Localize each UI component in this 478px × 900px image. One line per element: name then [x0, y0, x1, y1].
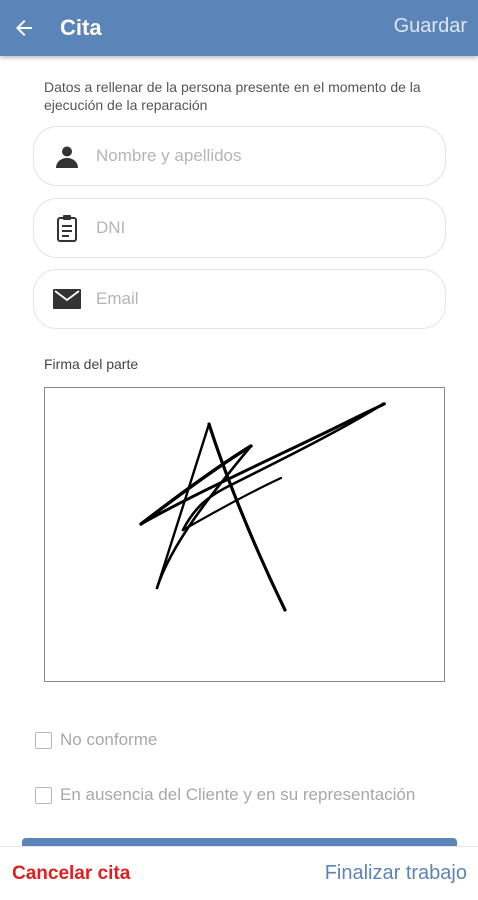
app-bar: Cita Guardar	[0, 0, 478, 56]
email-input[interactable]	[96, 289, 416, 309]
id-document-icon	[52, 213, 82, 243]
save-button[interactable]: Guardar	[394, 15, 467, 38]
signature-pad[interactable]	[44, 387, 445, 682]
checkbox-box[interactable]	[35, 731, 52, 749]
form-intro-text: Datos a rellenar de la persona presente …	[44, 79, 421, 113]
submit-button-edge	[22, 838, 457, 846]
checkbox-client-absent[interactable]: En ausencia del Cliente y en su represen…	[35, 785, 415, 805]
arrow-left-icon	[16, 20, 32, 36]
envelope-icon	[52, 284, 82, 314]
checkbox-box[interactable]	[35, 786, 52, 804]
page-title: Cita	[60, 15, 102, 40]
person-icon	[52, 141, 82, 171]
name-field-container	[33, 126, 446, 186]
signature-stroke	[139, 402, 386, 612]
email-field-container	[33, 269, 446, 329]
back-button[interactable]	[2, 0, 46, 56]
bottom-action-bar: Cancelar cita Finalizar trabajo	[0, 846, 478, 900]
checkbox-label: En ausencia del Cliente y en su represen…	[60, 785, 416, 804]
dni-input[interactable]	[96, 218, 416, 238]
checkbox-label: No conforme	[60, 730, 158, 749]
cancel-appointment-button[interactable]: Cancelar cita	[12, 863, 130, 885]
checkbox-no-conforme[interactable]: No conforme	[35, 730, 157, 750]
dni-field-container	[33, 198, 446, 258]
signature-label: Firma del parte	[44, 356, 139, 372]
name-input[interactable]	[96, 146, 416, 166]
finish-job-button[interactable]: Finalizar trabajo	[325, 862, 467, 885]
